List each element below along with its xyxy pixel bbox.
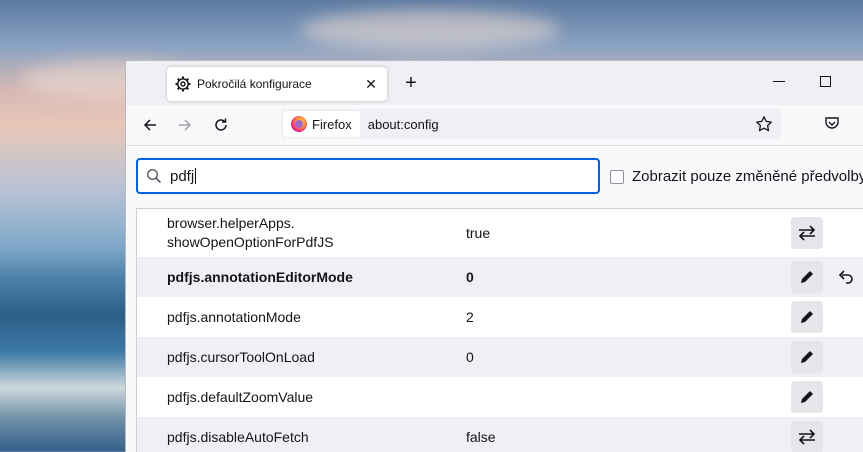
pref-value: false: [466, 429, 496, 445]
tab-bar: Pokročilá konfigurace ✕ +: [126, 61, 863, 105]
pref-name: pdfjs.disableAutoFetch: [167, 428, 309, 445]
identity-box[interactable]: Firefox: [283, 111, 360, 137]
search-icon: [146, 168, 162, 184]
reset-undo-icon: [838, 270, 853, 284]
table-row: pdfjs.disableAutoFetch false: [137, 417, 863, 452]
toggle-button[interactable]: [791, 217, 823, 249]
nav-toolbar: Firefox about:config: [126, 105, 863, 146]
tab-advanced-config[interactable]: Pokročilá konfigurace ✕: [167, 67, 387, 101]
address-bar[interactable]: Firefox about:config: [281, 109, 781, 139]
preferences-table: browser.helperApps. showOpenOptionForPdf…: [136, 208, 863, 452]
edit-button[interactable]: [791, 341, 823, 373]
about-config-page: pdfj Zobrazit pouze změněné předvolby br…: [126, 146, 863, 452]
minimize-button[interactable]: [773, 81, 785, 82]
pref-name-line: showOpenOptionForPdfJS: [167, 234, 334, 250]
table-row: pdfjs.cursorToolOnLoad 0: [137, 337, 863, 377]
reset-button[interactable]: [835, 266, 857, 288]
table-row: pdfjs.defaultZoomValue: [137, 377, 863, 417]
pref-name: pdfjs.annotationMode: [167, 308, 301, 325]
forward-arrow-icon: [179, 119, 192, 131]
desktop-wallpaper-cloud: [300, 10, 560, 50]
table-row: browser.helperApps. showOpenOptionForPdf…: [137, 209, 863, 257]
browser-window: Pokročilá konfigurace ✕ + Firefox about:…: [125, 60, 863, 452]
edit-button[interactable]: [791, 261, 823, 293]
pref-value: 2: [466, 309, 474, 325]
reload-icon: [215, 118, 227, 131]
pref-value: 0: [466, 349, 474, 365]
text-caret: [195, 168, 197, 184]
checkbox-label: Zobrazit pouze změněné předvolby: [632, 168, 863, 185]
toggle-icon: [798, 225, 816, 241]
pref-name: pdfjs.defaultZoomValue: [167, 388, 314, 405]
firefox-logo-icon: [291, 116, 307, 132]
pocket-icon[interactable]: [824, 115, 840, 131]
show-modified-only-checkbox[interactable]: [610, 169, 624, 184]
edit-button[interactable]: [791, 381, 823, 413]
edit-button[interactable]: [791, 301, 823, 333]
toggle-button[interactable]: [791, 421, 823, 452]
gear-icon: [175, 76, 191, 92]
tab-title: Pokročilá konfigurace: [197, 77, 312, 91]
toggle-icon: [798, 429, 816, 445]
close-tab-icon[interactable]: ✕: [363, 76, 379, 93]
search-input[interactable]: pdfj: [136, 158, 600, 194]
pref-name-line: browser.helperApps.: [167, 215, 295, 231]
pref-value: 0: [466, 269, 474, 285]
bookmark-star-icon[interactable]: [755, 115, 773, 133]
edit-pencil-icon: [801, 271, 813, 283]
forward-button[interactable]: [174, 114, 196, 136]
maximize-button[interactable]: [820, 76, 831, 87]
edit-pencil-icon: [801, 311, 813, 323]
table-row: pdfjs.annotationMode 2: [137, 297, 863, 337]
pref-name: pdfjs.cursorToolOnLoad: [167, 348, 315, 365]
back-arrow-icon: [143, 119, 156, 131]
edit-pencil-icon: [801, 391, 813, 403]
new-tab-button[interactable]: +: [400, 72, 422, 94]
table-row: pdfjs.annotationEditorMode 0: [137, 257, 863, 297]
url-text[interactable]: about:config: [368, 117, 755, 132]
pref-name: browser.helperApps. showOpenOptionForPdf…: [167, 214, 457, 252]
identity-label: Firefox: [312, 116, 352, 132]
pref-value: true: [466, 225, 491, 241]
pref-name: pdfjs.annotationEditorMode: [167, 268, 353, 285]
show-modified-only-toggle[interactable]: Zobrazit pouze změněné předvolby: [610, 168, 863, 185]
reload-button[interactable]: [210, 114, 232, 136]
search-value: pdfj: [170, 167, 195, 185]
edit-pencil-icon: [801, 351, 813, 363]
back-button[interactable]: [139, 114, 161, 136]
